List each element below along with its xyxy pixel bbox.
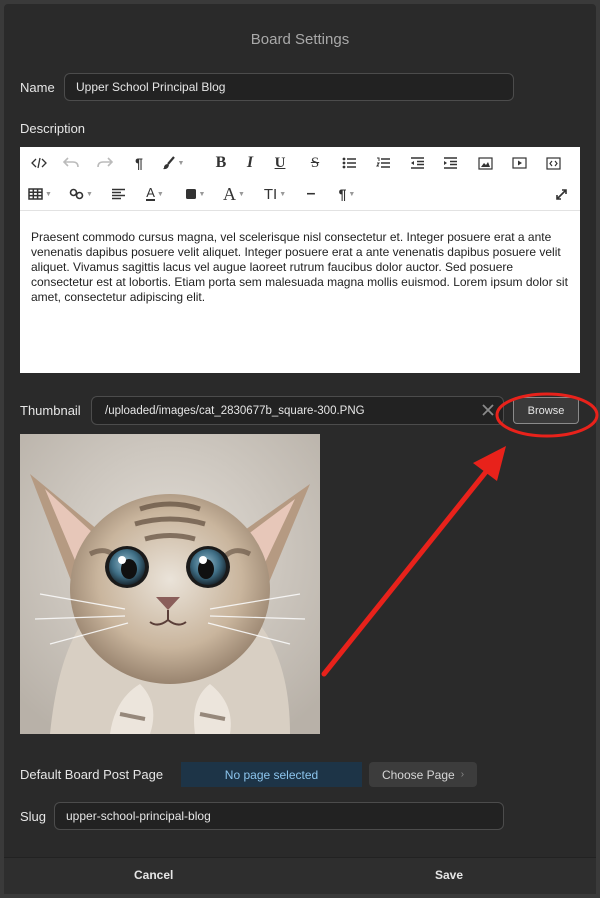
underline-button[interactable]: U [269,148,291,178]
selected-page-display: No page selected [181,762,362,787]
slug-label: Slug [20,809,47,824]
dialog-title: Board Settings [250,31,350,48]
annotation-overlay [314,386,600,682]
board-settings-dialog: Board Settings Name Upper School Princip… [4,4,599,894]
indent-icon[interactable] [439,148,461,178]
background-color-icon[interactable]: ▼ [180,179,210,209]
bulleted-list-icon[interactable] [338,148,360,178]
line-height-label: ¶ [338,186,347,202]
chevron-right-icon: › [460,769,465,780]
paragraph-format-button[interactable]: ¶ [128,148,150,178]
text-transform-button[interactable]: TI ▼ [260,179,290,209]
outdent-icon[interactable] [406,148,428,178]
description-label: Description [20,121,86,136]
strikethrough-button[interactable]: S [304,148,326,178]
insert-video-icon[interactable] [508,148,530,178]
italic-button[interactable]: I [239,148,261,178]
cancel-button[interactable]: Cancel [134,868,173,882]
save-button[interactable]: Save [435,868,463,882]
embed-code-icon[interactable] [542,148,564,178]
fullscreen-icon[interactable] [550,179,572,209]
name-label: Name [20,80,55,95]
insert-image-icon[interactable] [474,148,496,178]
paint-brush-icon[interactable]: ▼ [160,148,186,178]
slug-input[interactable]: upper-school-principal-blog [54,802,504,830]
toolbar-divider [20,210,580,211]
name-input-value: Upper School Principal Blog [76,80,226,94]
thumbnail-preview-image [20,434,320,734]
choose-page-button[interactable]: Choose Page › [369,762,477,787]
rich-text-editor[interactable]: ¶ ▼ B I U S ▼ ▼ A ▼ ▼ A ▼ TI ▼ – ¶ ▼ Pra… [20,147,580,373]
horizontal-rule-button[interactable]: – [300,179,322,209]
thumbnail-label: Thumbnail [20,403,81,418]
font-family-label: A [223,183,237,204]
name-input[interactable]: Upper School Principal Blog [64,73,514,101]
bold-button[interactable]: B [210,148,232,178]
text-transform-label: TI [263,185,278,203]
slug-input-value: upper-school-principal-blog [66,809,211,823]
editor-toolbar-row-2: ▼ ▼ A ▼ ▼ A ▼ TI ▼ – ¶ ▼ [20,179,580,209]
numbered-list-icon[interactable] [372,148,394,178]
font-color-button[interactable]: A ▼ [140,179,170,209]
align-left-icon[interactable] [107,179,129,209]
insert-table-icon[interactable]: ▼ [26,179,54,209]
editor-toolbar-row-1: ¶ ▼ B I U S [20,148,580,178]
choose-page-label: Choose Page [381,767,455,782]
undo-icon[interactable] [60,148,82,178]
default-page-label: Default Board Post Page [20,767,164,782]
description-content[interactable]: Praesent commodo cursus magna, vel scele… [31,230,571,305]
insert-link-icon[interactable]: ▼ [66,179,96,209]
line-height-button[interactable]: ¶ ▼ [332,179,362,209]
redo-icon[interactable] [94,148,116,178]
code-view-icon[interactable] [28,148,50,178]
dialog-footer [4,857,596,894]
font-color-label: A [146,185,155,201]
font-family-button[interactable]: A ▼ [218,179,250,209]
